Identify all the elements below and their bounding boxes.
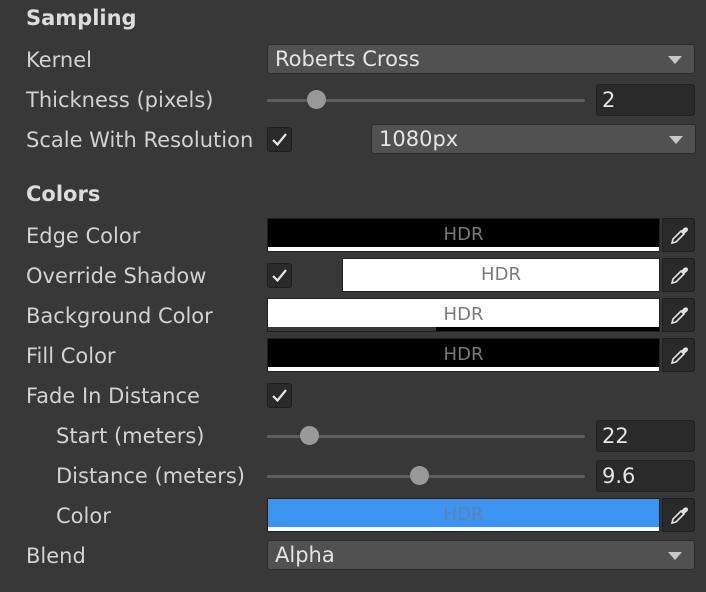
checkmark-icon [272, 269, 287, 283]
fade-color-row: Color HDR [0, 496, 706, 536]
override-shadow-checkbox[interactable] [267, 263, 292, 288]
resolution-dropdown[interactable]: 1080px [371, 124, 696, 154]
fill-color-row: Fill Color HDR [0, 336, 706, 376]
kernel-dropdown[interactable]: Roberts Cross [267, 44, 695, 74]
checkmark-icon [272, 389, 287, 403]
background-color-field[interactable]: HDR [267, 298, 660, 332]
fill-color-picker-button[interactable] [662, 338, 695, 372]
override-shadow-hdr-label: HDR [481, 264, 521, 285]
override-shadow-color-field[interactable]: HDR [342, 258, 660, 292]
chevron-down-icon [668, 552, 682, 560]
start-slider-thumb[interactable] [300, 426, 319, 445]
fade-in-distance-checkbox[interactable] [267, 383, 292, 408]
override-shadow-row: Override Shadow HDR [0, 256, 706, 296]
blend-value: Alpha [275, 543, 335, 567]
blend-label: Blend [26, 544, 86, 568]
chevron-down-icon [668, 56, 682, 64]
eyedropper-icon [670, 507, 689, 525]
section-title-sampling: Sampling [26, 6, 137, 30]
distance-meters-label: Distance (meters) [56, 464, 245, 488]
edge-color-label: Edge Color [26, 224, 141, 248]
distance-slider-thumb[interactable] [410, 466, 429, 485]
eyedropper-icon [670, 307, 689, 325]
fade-color-field[interactable]: HDR [267, 498, 660, 532]
fill-color-field[interactable]: HDR [267, 338, 660, 372]
override-shadow-label: Override Shadow [26, 264, 207, 288]
eyedropper-icon [670, 267, 689, 285]
start-meters-row: Start (meters) 22 [0, 416, 706, 456]
edge-color-row: Edge Color HDR [0, 216, 706, 256]
chevron-down-icon [669, 136, 683, 144]
blend-dropdown[interactable]: Alpha [267, 540, 695, 570]
kernel-value: Roberts Cross [275, 47, 420, 71]
eyedropper-icon [670, 347, 689, 365]
eyedropper-icon [670, 227, 689, 245]
thickness-slider-thumb[interactable] [307, 90, 326, 109]
background-color-label: Background Color [26, 304, 213, 328]
inspector-panel: Sampling Kernel Roberts Cross Thickness … [0, 0, 706, 592]
background-color-row: Background Color HDR [0, 296, 706, 336]
fade-in-distance-row: Fade In Distance [0, 376, 706, 416]
kernel-row: Kernel Roberts Cross [0, 40, 706, 80]
fill-color-alpha-bar [268, 367, 659, 371]
distance-input[interactable]: 9.6 [596, 460, 695, 492]
distance-meters-row: Distance (meters) 9.6 [0, 456, 706, 496]
edge-color-picker-button[interactable] [662, 218, 695, 252]
resolution-value: 1080px [379, 127, 459, 151]
checkmark-icon [272, 133, 287, 147]
thickness-label: Thickness (pixels) [26, 88, 214, 112]
fade-color-alpha-bar [268, 527, 659, 531]
kernel-label: Kernel [26, 48, 92, 72]
edge-color-field[interactable]: HDR [267, 218, 660, 252]
fill-color-label: Fill Color [26, 344, 116, 368]
background-color-alpha-bar [436, 327, 659, 331]
scale-with-resolution-row: Scale With Resolution 1080px [0, 120, 706, 160]
scale-with-resolution-checkbox[interactable] [267, 127, 292, 152]
scale-with-resolution-label: Scale With Resolution [26, 128, 254, 152]
fade-color-label: Color [56, 504, 111, 528]
override-shadow-alpha-bar [343, 287, 659, 291]
start-meters-label: Start (meters) [56, 424, 205, 448]
thickness-row: Thickness (pixels) 2 [0, 80, 706, 120]
background-color-picker-button[interactable] [662, 298, 695, 332]
edge-color-alpha-bar [268, 247, 659, 251]
fade-color-hdr-label: HDR [443, 504, 484, 525]
override-shadow-picker-button[interactable] [662, 258, 695, 292]
blend-row: Blend Alpha [0, 536, 706, 576]
fade-in-distance-label: Fade In Distance [26, 384, 200, 408]
edge-color-hdr-label: HDR [443, 224, 484, 245]
section-title-colors: Colors [26, 182, 101, 206]
thickness-input[interactable]: 2 [596, 84, 695, 116]
fill-color-hdr-label: HDR [443, 344, 484, 365]
start-input[interactable]: 22 [596, 420, 695, 452]
fade-color-picker-button[interactable] [662, 498, 695, 532]
background-color-hdr-label: HDR [443, 304, 484, 325]
